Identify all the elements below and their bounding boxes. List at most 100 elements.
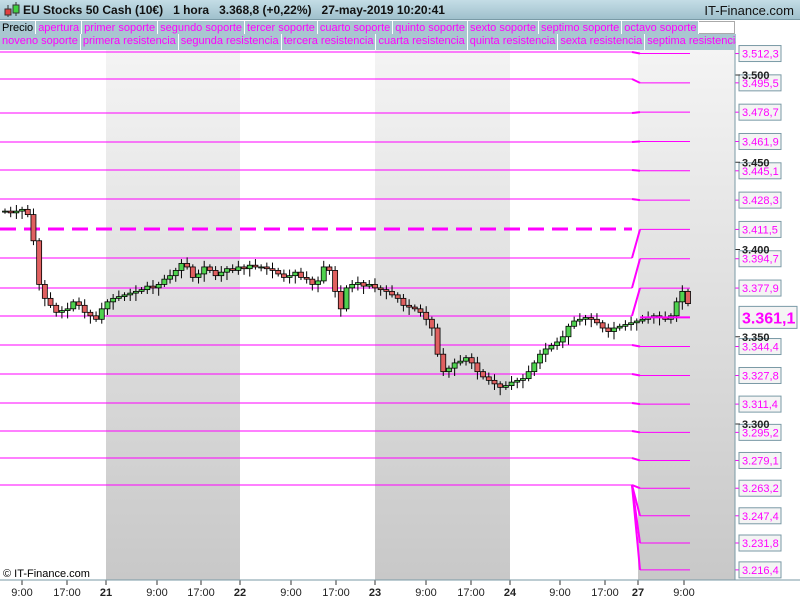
candle [127,292,134,296]
candle [417,308,424,313]
price-chart[interactable]: 3.512,33.495,53.478,73.461,93.445,13.428… [0,0,800,600]
candle [59,310,65,313]
candle [508,381,515,387]
level-transition [631,140,641,143]
current-price-label: 3.361,1 [742,310,795,327]
candle [235,266,242,271]
instrument-name: EU Stocks 50 Cash (10€) [23,3,164,17]
candle [457,360,464,364]
candle [184,263,191,268]
candle [354,282,361,285]
x-tick-label: 17:00 [53,587,81,599]
day-shade-21 [106,48,240,580]
x-tick-label: 9:00 [415,587,436,599]
y-tick-label: 3.300 [742,419,770,431]
legend-item[interactable]: tercera resistencia [281,34,377,50]
x-tick-label: 27 [632,587,644,599]
candle [24,208,31,216]
legend-item[interactable]: sexta resistencia [558,34,646,50]
candlestick-logo-icon [4,2,20,17]
legend-item[interactable]: primera resistencia [80,34,179,50]
candle [201,266,208,275]
candle [212,270,219,277]
candle [611,327,617,332]
candle [167,275,173,280]
legend-item[interactable]: cuarta resistencia [376,34,468,50]
x-tick-label: 23 [369,587,381,599]
candle [565,325,572,338]
x-tick-label: 17:00 [322,587,350,599]
legend-row-2: noveno soporte primera resistencia segunda… [0,34,736,50]
level-label: 3.247,4 [742,511,779,523]
x-tick-label: 9:00 [280,587,301,599]
candle [377,287,384,291]
x-tick-label: 24 [504,587,517,599]
legend-item[interactable]: noveno soporte [0,34,81,50]
candle [485,376,492,381]
candle [343,287,350,310]
candle [423,311,430,320]
candle [47,297,54,306]
candle [520,378,526,381]
candle [446,367,452,373]
candle [87,311,94,317]
level-label: 3.311,4 [742,399,778,411]
x-tick-label: 9:00 [673,587,694,599]
candle [30,214,37,242]
candle [394,294,401,299]
candle [76,301,82,306]
candle [19,208,25,212]
timeframe: 1 hora [173,3,210,17]
candle [537,353,543,364]
candle [178,263,185,271]
candle [150,285,156,289]
candle [389,290,395,296]
candle [480,371,487,378]
candle [599,322,606,329]
y-tick-label: 3.500 [742,70,770,82]
candle [468,357,475,364]
candle [229,268,236,271]
candle [280,273,287,278]
x-tick-label: 17:00 [591,587,619,599]
candle [269,268,276,271]
level-label: 3.377,9 [742,283,779,295]
legend-item[interactable]: septima resistencia [645,34,736,50]
candle [13,210,20,214]
candle [7,210,14,214]
x-tick-label: 17:00 [187,587,215,599]
candle [320,266,327,282]
candle [206,266,213,271]
legend-item[interactable]: segunda resistencia [178,34,282,50]
candle [582,317,589,320]
y-tick-label: 3.450 [742,157,770,169]
level-label: 3.327,8 [742,370,779,382]
last-price: 3.368,8 (+0,22%) [219,3,312,17]
candle [252,264,259,268]
candle [411,306,418,310]
legend-item[interactable]: quinta resistencia [467,34,559,50]
candle [2,210,8,213]
candle [554,341,560,346]
candle [93,315,99,320]
candle [138,289,145,292]
candle [41,283,48,299]
candle [224,268,230,273]
candle [309,278,316,285]
candle [133,290,139,294]
candle [434,327,441,355]
candle [451,362,458,369]
candle [616,325,623,329]
candle [628,322,634,325]
candle [218,271,225,277]
level-label: 3.512,3 [742,49,779,61]
x-tick-label: 9:00 [146,587,167,599]
candle [258,266,265,269]
candle [275,270,282,275]
candle [298,271,304,278]
candle [383,289,390,292]
candle [400,297,407,306]
candle [332,270,339,292]
level-label: 3.279,1 [742,455,779,467]
level-transition [631,198,641,202]
